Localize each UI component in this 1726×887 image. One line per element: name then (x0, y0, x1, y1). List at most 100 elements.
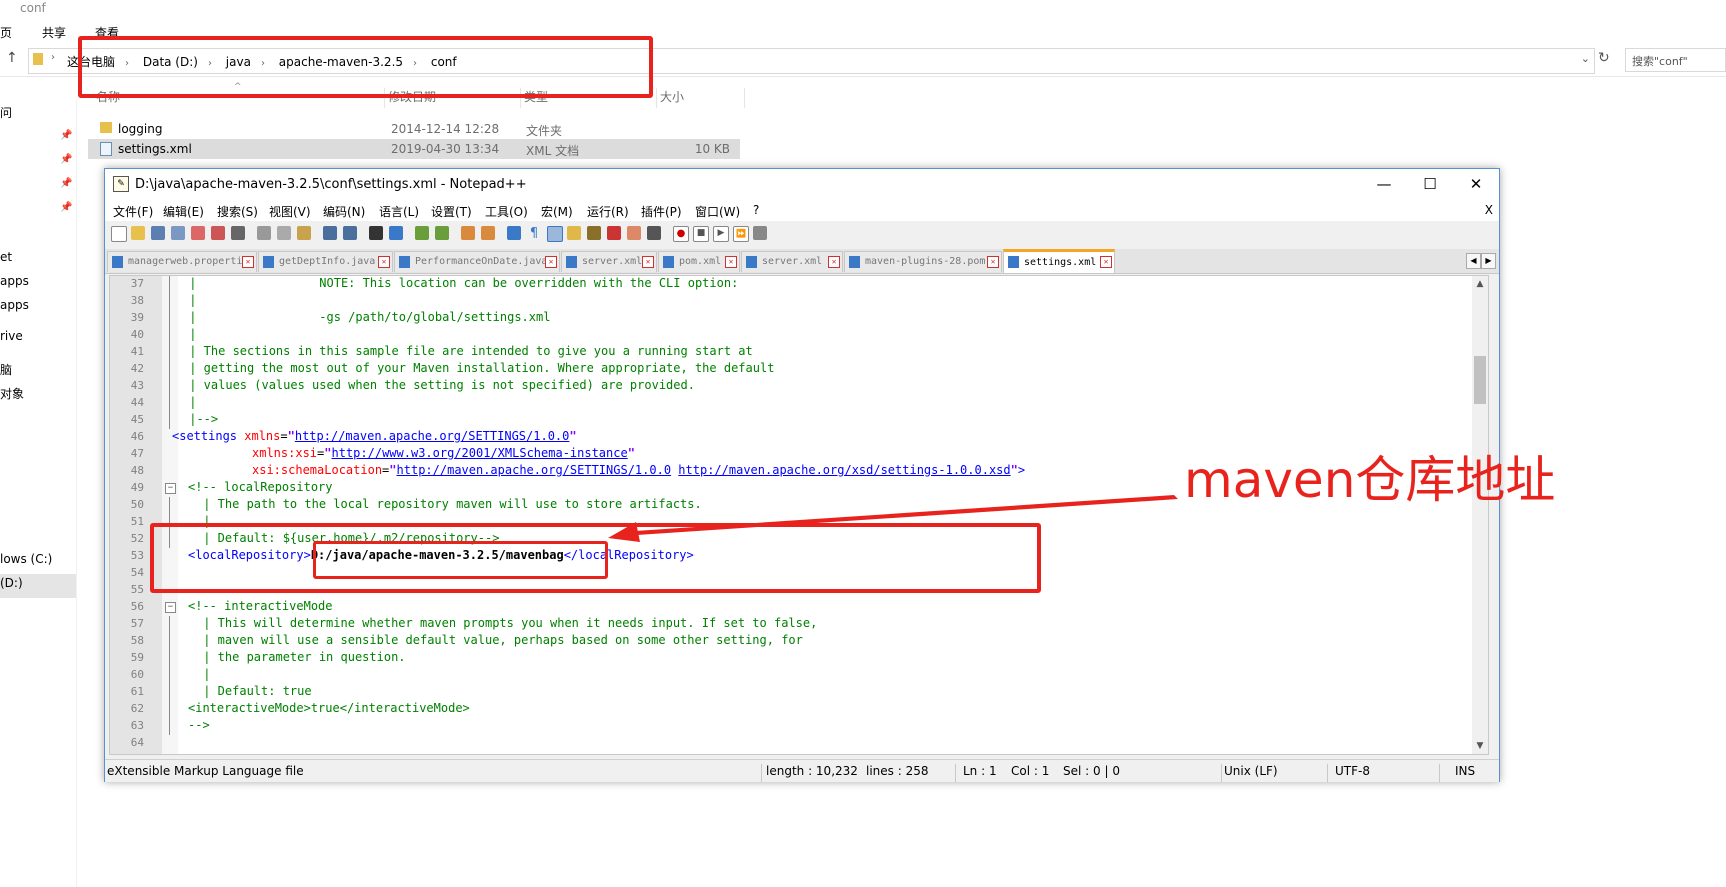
zoom-out-icon[interactable] (435, 226, 449, 240)
refresh-icon[interactable]: ↻ (1598, 50, 1610, 66)
maximize-button[interactable]: ☐ (1407, 169, 1453, 199)
pin-icon[interactable]: 📌 (60, 154, 72, 165)
nav-item[interactable]: 脑 (0, 361, 12, 378)
tab-managerweb-properties[interactable]: managerweb.properties ✕ (107, 251, 257, 272)
nav-item-selected[interactable]: (D:) (0, 574, 76, 598)
column-header-size[interactable]: 大小 (660, 88, 684, 108)
file-row-selected[interactable]: settings.xml 2019-04-30 13:34 XML 文档 10 … (88, 139, 740, 159)
indent-guide-icon[interactable] (547, 226, 563, 242)
menu-search[interactable]: 搜索(S) (217, 203, 258, 220)
menu-settings[interactable]: 设置(T) (431, 203, 472, 220)
vertical-scrollbar[interactable]: ▲ ▼ (1472, 276, 1488, 754)
new-file-icon[interactable] (111, 226, 127, 242)
close-document-x[interactable]: X (1485, 203, 1493, 217)
file-row[interactable]: logging 2014-12-14 12:28 文件夹 (88, 119, 740, 139)
copy-icon[interactable] (277, 226, 291, 240)
pin-icon[interactable]: 📌 (60, 202, 72, 213)
explorer-search-input[interactable]: 搜索"conf" (1625, 48, 1726, 72)
close-all-icon[interactable] (211, 226, 225, 240)
redo-icon[interactable] (343, 226, 357, 240)
close-tab-icon[interactable]: ✕ (545, 256, 557, 268)
tab-server-xml-2[interactable]: server.xml ✕ (741, 251, 843, 272)
scrollbar-thumb[interactable] (1474, 356, 1486, 404)
menu-window[interactable]: 窗口(W) (695, 203, 740, 220)
tab-scroll-left-icon[interactable]: ◀ (1466, 253, 1481, 269)
scroll-down-icon[interactable]: ▼ (1472, 738, 1488, 754)
run-macro-multiple-icon[interactable]: ⏩ (733, 226, 749, 242)
menu-view[interactable]: 视图(V) (269, 203, 311, 220)
menu-macro[interactable]: 宏(M) (541, 203, 573, 220)
line-number: 48 (130, 464, 144, 477)
save-icon[interactable] (151, 226, 165, 240)
xml-quote: " (324, 446, 332, 460)
nav-item[interactable]: rive (0, 329, 23, 343)
udl-icon[interactable] (567, 226, 581, 240)
close-tab-icon[interactable]: ✕ (242, 256, 254, 268)
save-macro-icon[interactable] (753, 226, 767, 240)
close-file-icon[interactable] (191, 226, 205, 240)
zoom-in-icon[interactable] (415, 226, 429, 240)
menu-file[interactable]: 文件(F) (113, 203, 153, 220)
open-file-icon[interactable] (131, 226, 145, 240)
close-tab-icon[interactable]: ✕ (378, 256, 390, 268)
nav-item[interactable]: apps (0, 274, 29, 288)
doc-map-icon[interactable] (587, 226, 601, 240)
replace-icon[interactable] (389, 226, 403, 240)
folder-workspace-icon[interactable] (627, 226, 641, 240)
function-list-icon[interactable] (607, 226, 621, 240)
ribbon-tab-share[interactable]: 共享 (42, 24, 66, 41)
play-macro-icon[interactable]: ▶ (713, 226, 729, 242)
cut-icon[interactable] (257, 226, 271, 240)
stop-macro-icon[interactable]: ■ (693, 226, 709, 242)
close-tab-icon[interactable]: ✕ (725, 256, 737, 268)
menu-language[interactable]: 语言(L) (379, 203, 419, 220)
menu-encoding[interactable]: 编码(N) (323, 203, 365, 220)
chevron-down-icon[interactable]: ⌄ (1581, 52, 1590, 65)
menu-plugins[interactable]: 插件(P) (641, 203, 682, 220)
url-link[interactable]: http://maven.apache.org/SETTINGS/1.0.0 (295, 429, 570, 443)
nav-item[interactable]: apps (0, 298, 29, 312)
ribbon-tab-home[interactable]: 页 (0, 24, 12, 41)
pilcrow-icon[interactable]: ¶ (527, 226, 541, 241)
minimize-button[interactable]: — (1361, 169, 1407, 199)
record-macro-icon[interactable]: ● (673, 226, 689, 242)
fold-collapse-icon[interactable]: − (165, 483, 176, 494)
sync-horizontal-icon[interactable] (481, 226, 495, 240)
nav-item[interactable]: 问 (0, 104, 12, 121)
close-tab-icon[interactable]: ✕ (1100, 256, 1112, 268)
url-link[interactable]: http://maven.apache.org/SETTINGS/1.0.0 (397, 463, 672, 477)
word-wrap-icon[interactable] (507, 226, 521, 240)
menu-run[interactable]: 运行(R) (587, 203, 629, 220)
close-tab-icon[interactable]: ✕ (642, 256, 654, 268)
nav-item[interactable]: et (0, 250, 12, 264)
url-link[interactable]: http://maven.apache.org/xsd/settings-1.0… (678, 463, 1010, 477)
close-button[interactable]: ✕ (1453, 169, 1499, 199)
fold-collapse-icon[interactable]: − (165, 602, 176, 613)
sync-vertical-icon[interactable] (461, 226, 475, 240)
undo-icon[interactable] (323, 226, 337, 240)
tab-maven-plugins-pom[interactable]: maven-plugins-28.pom ✕ (844, 251, 1002, 272)
tab-scroll-right-icon[interactable]: ▶ (1481, 253, 1496, 269)
monitor-icon[interactable] (647, 226, 661, 240)
tab-performanceondate-java[interactable]: PerformanceOnDate.java ✕ (394, 251, 560, 272)
tab-settings-xml[interactable]: settings.xml ✕ (1003, 249, 1115, 273)
close-tab-icon[interactable]: ✕ (987, 256, 999, 268)
close-tab-icon[interactable]: ✕ (828, 256, 840, 268)
tab-getdeptinfo-java[interactable]: getDeptInfo.java ✕ (258, 251, 393, 272)
nav-item[interactable]: lows (C:) (0, 552, 52, 566)
tab-pom-xml[interactable]: pom.xml ✕ (658, 251, 740, 272)
url-link[interactable]: http://www.w3.org/2001/XMLSchema-instanc… (332, 446, 628, 460)
paste-icon[interactable] (297, 226, 311, 240)
tab-server-xml[interactable]: server.xml ✕ (561, 251, 657, 272)
save-all-icon[interactable] (171, 226, 185, 240)
up-arrow-icon[interactable]: ↑ (6, 50, 18, 66)
menu-help[interactable]: ? (753, 203, 759, 217)
scroll-up-icon[interactable]: ▲ (1472, 276, 1488, 292)
print-icon[interactable] (231, 226, 245, 240)
menu-edit[interactable]: 编辑(E) (163, 203, 204, 220)
pin-icon[interactable]: 📌 (60, 178, 72, 189)
nav-item[interactable]: 对象 (0, 385, 24, 402)
menu-tools[interactable]: 工具(O) (485, 203, 528, 220)
find-icon[interactable] (369, 226, 383, 240)
pin-icon[interactable]: 📌 (60, 130, 72, 141)
